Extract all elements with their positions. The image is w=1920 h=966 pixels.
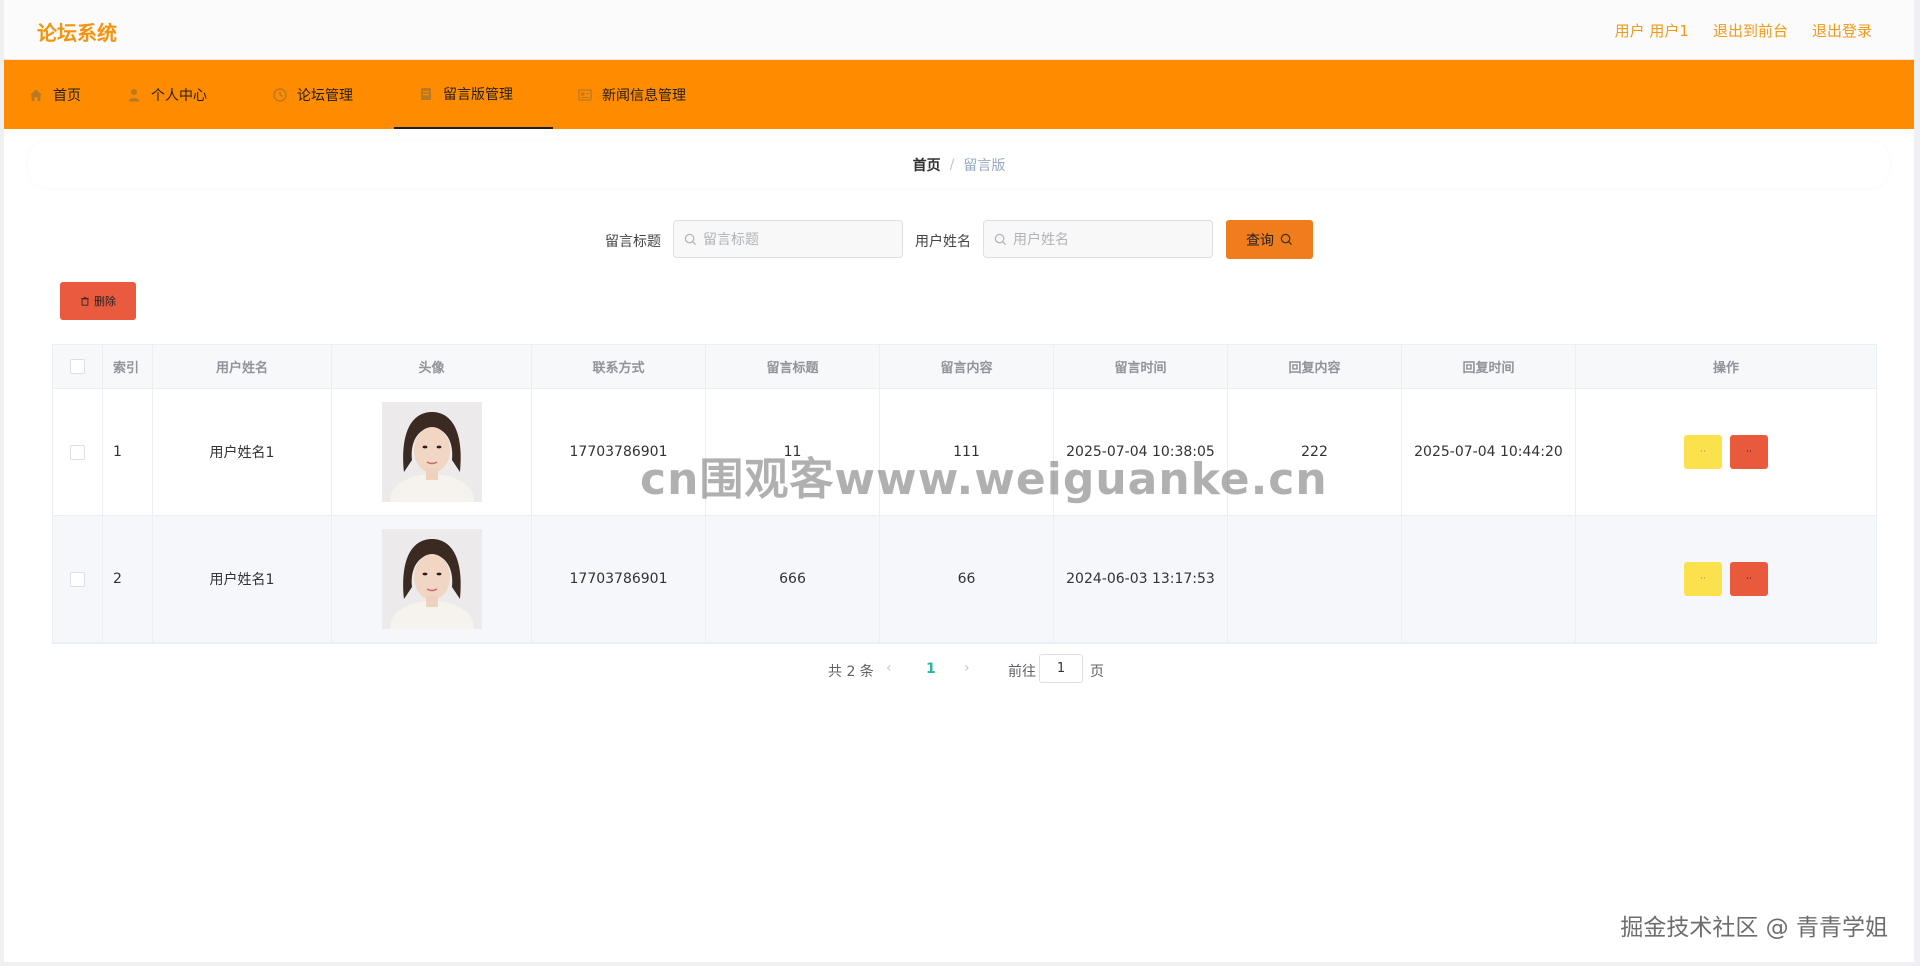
table-header-row: 索引 用户姓名 头像 联系方式 留言标题 留言内容 留言时间 回复内容 回复时间… bbox=[53, 345, 1876, 389]
header-reply-time: 回复时间 bbox=[1402, 345, 1576, 388]
avatar[interactable] bbox=[381, 529, 482, 629]
breadcrumb-current: 留言版 bbox=[963, 157, 1006, 174]
search-form: 留言标题 留言标题 用户姓名 用户姓名 查询 bbox=[28, 220, 1890, 260]
header-content: 留言内容 bbox=[880, 345, 1054, 388]
table-row: 2 用户姓名1 17703786901 666 66 2024-06-03 13… bbox=[53, 516, 1876, 643]
nav-item-personal-center[interactable]: 个人中心 bbox=[126, 60, 207, 129]
row-name: 用户姓名1 bbox=[153, 516, 332, 642]
header-time: 留言时间 bbox=[1054, 345, 1228, 388]
nav-item-message-board[interactable]: 留言版管理 bbox=[394, 60, 553, 129]
page-number[interactable]: 1 bbox=[926, 661, 936, 677]
header-operations: 操作 bbox=[1712, 361, 1739, 376]
row-checkbox[interactable] bbox=[70, 571, 85, 587]
row-index: 1 bbox=[103, 389, 153, 515]
nav-label: 个人中心 bbox=[151, 87, 207, 104]
edit-button[interactable]: ·· bbox=[1684, 562, 1722, 596]
title-search-input[interactable]: 留言标题 bbox=[673, 220, 903, 258]
search-icon bbox=[684, 233, 697, 245]
total-count: 共 2 条 bbox=[828, 664, 874, 680]
row-reply bbox=[1228, 516, 1402, 642]
row-time: 2024-06-03 13:17:53 bbox=[1054, 516, 1228, 642]
exit-to-front-link[interactable]: 退出到前台 bbox=[1713, 20, 1788, 41]
row-checkbox[interactable] bbox=[70, 444, 85, 460]
prev-page-icon[interactable]: ‹ bbox=[886, 660, 892, 676]
query-button[interactable]: 查询 bbox=[1226, 220, 1313, 259]
clock-icon bbox=[273, 87, 287, 102]
select-all-checkbox[interactable] bbox=[70, 359, 85, 374]
home-icon bbox=[30, 89, 42, 101]
row-reply-time: 2025-07-04 10:44:20 bbox=[1402, 389, 1576, 515]
row-name: 用户姓名1 bbox=[153, 389, 332, 515]
logout-link[interactable]: 退出登录 bbox=[1812, 20, 1872, 41]
select-all-cell bbox=[53, 345, 103, 388]
header-reply: 回复内容 bbox=[1228, 345, 1402, 388]
row-avatar-cell bbox=[332, 389, 532, 515]
user-icon bbox=[128, 88, 140, 101]
nav-label: 留言版管理 bbox=[443, 86, 513, 103]
app-frame: 论坛系统 用户 用户1 退出到前台 退出登录 首页 个人中心 论坛管理 留言版管… bbox=[4, 0, 1914, 962]
row-avatar-cell bbox=[332, 516, 532, 642]
row-operations: ·· ·· bbox=[1576, 389, 1876, 515]
row-select-cell bbox=[53, 389, 103, 515]
header-phone: 联系方式 bbox=[532, 345, 706, 388]
next-page-icon[interactable]: › bbox=[964, 660, 970, 676]
goto-page-input[interactable]: 1 bbox=[1039, 654, 1083, 683]
breadcrumb: 首页 / 留言版 bbox=[28, 141, 1890, 188]
pagination: 共 2 条 ‹ 1 › 前往 1 页 bbox=[28, 654, 1890, 684]
name-search-placeholder: 用户姓名 bbox=[1013, 232, 1069, 248]
delete-button[interactable]: ·· bbox=[1730, 435, 1768, 469]
header-index: 索引 bbox=[103, 345, 153, 388]
name-search-input[interactable]: 用户姓名 bbox=[983, 220, 1213, 258]
name-search-label: 用户姓名 bbox=[915, 234, 971, 250]
current-user-link[interactable]: 用户 用户1 bbox=[1615, 20, 1689, 41]
batch-delete-label: 删除 bbox=[94, 295, 116, 308]
breadcrumb-home[interactable]: 首页 bbox=[913, 155, 941, 175]
trash-icon bbox=[81, 296, 89, 306]
query-button-label: 查询 bbox=[1246, 232, 1274, 249]
nav-item-forum-management[interactable]: 论坛管理 bbox=[272, 60, 353, 129]
title-search-label: 留言标题 bbox=[605, 234, 661, 250]
batch-delete-button[interactable]: 删除 bbox=[60, 282, 136, 320]
center-watermark: cn围观客www.weiguanke.cn bbox=[640, 454, 1328, 505]
nav-label: 首页 bbox=[53, 87, 81, 104]
breadcrumb-separator: / bbox=[949, 156, 955, 173]
brand-title: 论坛系统 bbox=[37, 21, 117, 45]
row-content: 66 bbox=[880, 516, 1054, 642]
row-reply-time bbox=[1402, 516, 1576, 642]
nav-label: 论坛管理 bbox=[297, 87, 353, 104]
news-icon bbox=[578, 88, 592, 101]
avatar[interactable] bbox=[381, 402, 482, 502]
search-icon bbox=[994, 233, 1007, 245]
header-title: 留言标题 bbox=[706, 345, 880, 388]
top-header: 论坛系统 用户 用户1 退出到前台 退出登录 bbox=[4, 0, 1914, 60]
nav-label: 新闻信息管理 bbox=[602, 87, 686, 104]
row-operations: ·· ·· bbox=[1576, 516, 1876, 642]
header-avatar: 头像 bbox=[332, 345, 532, 388]
search-icon bbox=[1280, 233, 1293, 246]
nav-item-news-management[interactable]: 新闻信息管理 bbox=[577, 60, 686, 129]
corner-watermark: 掘金技术社区 @ 青青学姐 bbox=[1620, 915, 1888, 941]
main-nav: 首页 个人中心 论坛管理 留言版管理 新闻信息管理 bbox=[4, 60, 1914, 129]
nav-item-home[interactable]: 首页 bbox=[28, 60, 81, 129]
delete-button[interactable]: ·· bbox=[1730, 562, 1768, 596]
goto-label: 前往 bbox=[1008, 664, 1036, 680]
row-title: 666 bbox=[706, 516, 880, 642]
row-phone: 17703786901 bbox=[532, 516, 706, 642]
header-name: 用户姓名 bbox=[153, 345, 332, 388]
header-links: 用户 用户1 退出到前台 退出登录 bbox=[1615, 20, 1872, 41]
row-select-cell bbox=[53, 516, 103, 642]
title-search-placeholder: 留言标题 bbox=[703, 232, 759, 248]
note-icon bbox=[421, 87, 431, 100]
edit-button[interactable]: ·· bbox=[1684, 435, 1722, 469]
row-index: 2 bbox=[103, 516, 153, 642]
page-suffix: 页 bbox=[1090, 664, 1104, 680]
